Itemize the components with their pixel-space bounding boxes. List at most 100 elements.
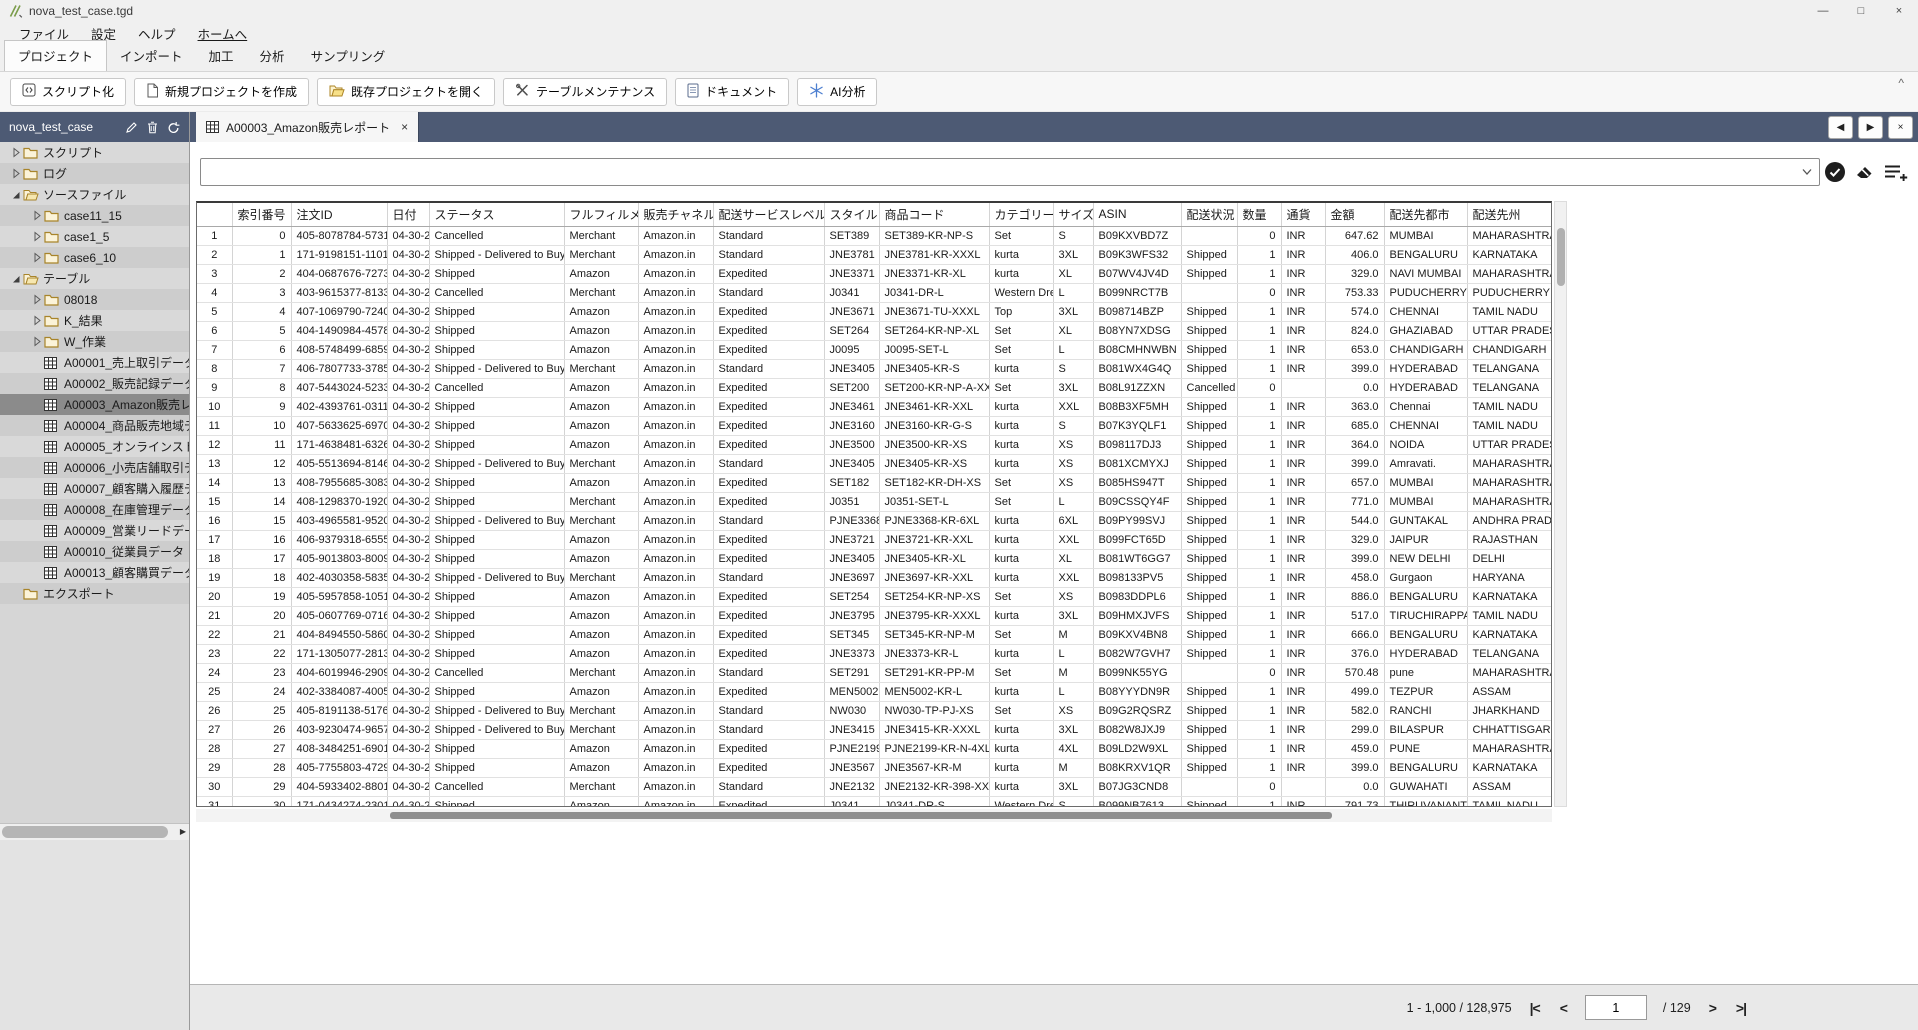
grid-cell[interactable]: TIRUCHIRAPPALLI — [1384, 606, 1467, 625]
grid-cell[interactable]: JNE3405 — [824, 549, 879, 568]
grid-cell[interactable]: Shipped — [429, 587, 564, 606]
grid-cell[interactable]: 04-30-22 — [387, 644, 429, 663]
grid-cell[interactable]: 582.0 — [1325, 701, 1384, 720]
grid-cell[interactable]: BENGALURU — [1384, 587, 1467, 606]
chevron-collapsed-icon[interactable] — [8, 147, 23, 158]
grid-cell[interactable]: INR — [1281, 568, 1325, 587]
grid-cell[interactable]: Expedited — [713, 625, 824, 644]
grid-cell[interactable]: TAMIL NADU — [1467, 302, 1551, 321]
grid-cell[interactable]: B09HMXJVFS — [1093, 606, 1181, 625]
grid-cell[interactable]: 19 — [232, 587, 291, 606]
grid-cell[interactable]: Western Dress — [989, 283, 1053, 302]
grid-cell[interactable]: NW030 — [824, 701, 879, 720]
grid-cell[interactable]: INR — [1281, 663, 1325, 682]
grid-cell[interactable]: Shipped - Delivered to Buyer — [429, 359, 564, 378]
grid-cell[interactable]: B081WX4G4Q — [1093, 359, 1181, 378]
grid-cell[interactable]: SET254 — [824, 587, 879, 606]
grid-cell[interactable]: HYDERABAD — [1384, 378, 1467, 397]
grid-cell[interactable]: Amazon — [564, 302, 638, 321]
grid-cell[interactable]: Cancelled — [429, 283, 564, 302]
tree-item[interactable]: スクリプト — [0, 142, 189, 163]
grid-cell[interactable]: 1 — [1237, 473, 1281, 492]
grid-cell[interactable]: 6XL — [1053, 511, 1093, 530]
row-number-cell[interactable]: 31 — [197, 796, 232, 807]
grid-cell[interactable]: 04-30-22 — [387, 739, 429, 758]
grid-cell[interactable]: Shipped — [1181, 321, 1237, 340]
collapse-ribbon-button[interactable]: ^ — [1892, 74, 1910, 92]
grid-cell[interactable]: 04-30-22 — [387, 511, 429, 530]
grid-cell[interactable]: Amazon.in — [638, 340, 713, 359]
grid-cell[interactable]: NAVI MUMBAI — [1384, 264, 1467, 283]
grid-cell[interactable]: kurta — [989, 359, 1053, 378]
grid-cell[interactable]: INR — [1281, 359, 1325, 378]
grid-cell[interactable]: JNE3405 — [824, 454, 879, 473]
table-row[interactable]: 65404-1490984-457876504-30-22ShippedAmaz… — [197, 321, 1551, 340]
grid-cell[interactable]: B08YYYDN9R — [1093, 682, 1181, 701]
grid-cell[interactable]: 04-30-22 — [387, 625, 429, 644]
grid-cell[interactable]: INR — [1281, 606, 1325, 625]
clear-filter-icon[interactable] — [1850, 162, 1880, 182]
last-page-button[interactable]: >| — [1734, 1000, 1748, 1016]
grid-cell[interactable]: 405-5957858-1051546 — [291, 587, 387, 606]
grid-cell[interactable]: 1 — [1237, 530, 1281, 549]
grid-cell[interactable]: B08YN7XDSG — [1093, 321, 1181, 340]
grid-cell[interactable]: Amazon.in — [638, 682, 713, 701]
grid-cell[interactable]: SET389-KR-NP-S — [879, 226, 989, 245]
column-header[interactable]: 配送状況 — [1181, 203, 1237, 226]
grid-cell[interactable]: kurta — [989, 777, 1053, 796]
grid-cell[interactable]: 404-8494550-5860325 — [291, 625, 387, 644]
grid-cell[interactable]: Amazon.in — [638, 720, 713, 739]
grid-cell[interactable]: 25 — [232, 701, 291, 720]
grid-cell[interactable]: Standard — [713, 359, 824, 378]
grid-cell[interactable]: INR — [1281, 416, 1325, 435]
grid-cell[interactable]: INR — [1281, 473, 1325, 492]
grid-cell[interactable]: Amazon — [564, 758, 638, 777]
row-number-cell[interactable]: 20 — [197, 587, 232, 606]
grid-cell[interactable]: Set — [989, 378, 1053, 397]
grid-cell[interactable]: B09KXVBD7Z — [1093, 226, 1181, 245]
grid-cell[interactable]: XXL — [1053, 530, 1093, 549]
grid-cell[interactable]: Shipped — [429, 416, 564, 435]
grid-cell[interactable]: TAMIL NADU — [1467, 606, 1551, 625]
grid-cell[interactable] — [1181, 777, 1237, 796]
grid-cell[interactable]: Shipped - Delivered to Buyer — [429, 245, 564, 264]
grid-cell[interactable]: 04-30-22 — [387, 264, 429, 283]
grid-cell[interactable]: 405-8191138-5176316 — [291, 701, 387, 720]
grid-cell[interactable]: SET345-KR-NP-M — [879, 625, 989, 644]
grid-cell[interactable]: Amazon.in — [638, 435, 713, 454]
tree-item[interactable]: A00001_売上取引データ — [0, 352, 189, 373]
grid-cell[interactable]: 791.73 — [1325, 796, 1384, 807]
grid-cell[interactable]: 3XL — [1053, 302, 1093, 321]
grid-cell[interactable]: GUNTAKAL — [1384, 511, 1467, 530]
grid-cell[interactable]: 408-7955685-3083534 — [291, 473, 387, 492]
grid-cell[interactable]: JNE3405 — [824, 359, 879, 378]
grid-cell[interactable]: TELANGANA — [1467, 359, 1551, 378]
tree-item[interactable]: A00005_オンラインストア注文データ — [0, 436, 189, 457]
grid-cell[interactable]: JNE3721-KR-XXL — [879, 530, 989, 549]
grid-cell[interactable]: INR — [1281, 739, 1325, 758]
tree-item[interactable]: ソースファイル — [0, 184, 189, 205]
grid-cell[interactable]: Shipped — [1181, 568, 1237, 587]
grid-cell[interactable]: 04-30-22 — [387, 435, 429, 454]
grid-cell[interactable]: kurta — [989, 454, 1053, 473]
grid-cell[interactable]: PUDUCHERRY — [1384, 283, 1467, 302]
grid-cell[interactable]: CHHATTISGARH — [1467, 720, 1551, 739]
grid-cell[interactable]: Amazon.in — [638, 796, 713, 807]
grid-cell[interactable]: Amazon.in — [638, 245, 713, 264]
grid-cell[interactable]: Shipped — [1181, 397, 1237, 416]
grid-cell[interactable]: INR — [1281, 397, 1325, 416]
grid-cell[interactable]: 3XL — [1053, 245, 1093, 264]
grid-cell[interactable]: Standard — [713, 454, 824, 473]
grid-cell[interactable]: B081WT6GG7 — [1093, 549, 1181, 568]
grid-cell[interactable]: Shipped — [1181, 473, 1237, 492]
grid-cell[interactable]: Expedited — [713, 435, 824, 454]
grid-cell[interactable]: JNE3405-KR-XL — [879, 549, 989, 568]
grid-cell[interactable]: 544.0 — [1325, 511, 1384, 530]
grid-cell[interactable]: B09CSSQY4F — [1093, 492, 1181, 511]
tree-item[interactable]: 08018 — [0, 289, 189, 310]
tab-close-icon[interactable]: × — [401, 120, 408, 134]
grid-cell[interactable]: Amazon — [564, 435, 638, 454]
grid-cell[interactable]: 04-30-22 — [387, 663, 429, 682]
grid-cell[interactable]: 04-30-22 — [387, 321, 429, 340]
grid-cell[interactable]: 1 — [1237, 321, 1281, 340]
